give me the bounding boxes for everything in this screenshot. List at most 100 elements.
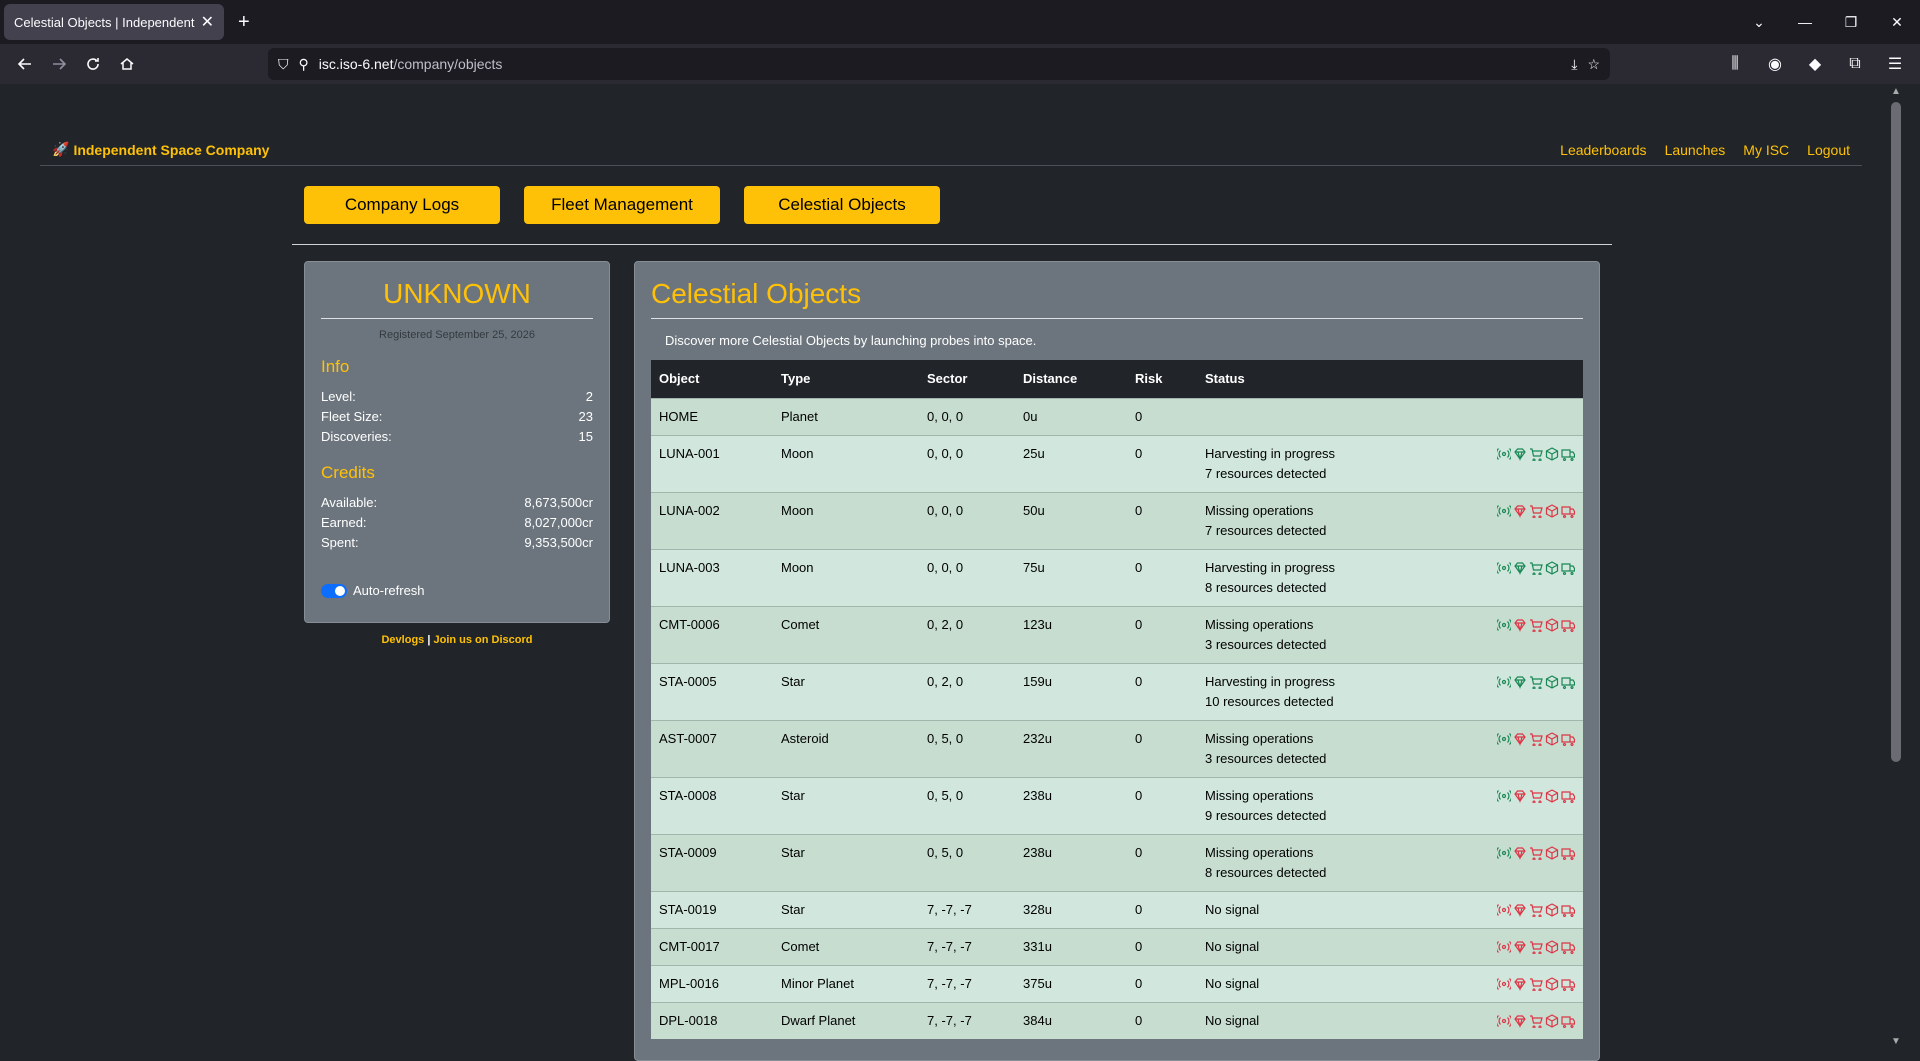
- site-info-icon[interactable]: ⚲: [299, 56, 309, 73]
- nav-leaderboards[interactable]: Leaderboards: [1560, 142, 1646, 158]
- box-icon[interactable]: [1544, 447, 1559, 461]
- box-icon[interactable]: [1544, 903, 1559, 917]
- truck-icon[interactable]: [1560, 675, 1576, 690]
- devlogs-link[interactable]: Devlogs: [381, 634, 424, 646]
- tab-close-icon[interactable]: ✕: [201, 12, 214, 32]
- signal-icon[interactable]: [1495, 940, 1513, 954]
- truck-icon[interactable]: [1560, 940, 1576, 955]
- box-icon[interactable]: [1544, 675, 1559, 689]
- home-icon[interactable]: [110, 47, 144, 81]
- table-row[interactable]: STA-0008 Star 0, 5, 0 238u 0 Missing operatio…: [651, 776, 1583, 834]
- cart-icon[interactable]: [1528, 940, 1543, 955]
- cart-icon[interactable]: [1528, 1014, 1543, 1029]
- fleet-management-button[interactable]: Fleet Management: [524, 186, 720, 224]
- truck-icon[interactable]: [1560, 789, 1576, 804]
- signal-icon[interactable]: [1495, 504, 1513, 518]
- library-icon[interactable]: ⫼: [1718, 47, 1752, 81]
- signal-icon[interactable]: [1495, 447, 1513, 461]
- gem-icon[interactable]: [1512, 846, 1527, 861]
- cart-icon[interactable]: [1528, 618, 1543, 633]
- gem-icon[interactable]: [1512, 1014, 1527, 1029]
- truck-icon[interactable]: [1560, 846, 1576, 861]
- cart-icon[interactable]: [1528, 447, 1543, 462]
- shield-icon[interactable]: ⛉: [278, 56, 289, 73]
- back-icon[interactable]: [8, 47, 42, 81]
- auto-refresh-toggle[interactable]: [321, 583, 347, 598]
- cart-icon[interactable]: [1528, 732, 1543, 747]
- table-row[interactable]: LUNA-003 Moon 0, 0, 0 75u 0 Harvesting in pro…: [651, 548, 1583, 606]
- celestial-objects-button[interactable]: Celestial Objects: [744, 186, 940, 224]
- scroll-thumb[interactable]: [1891, 102, 1901, 762]
- gem-icon[interactable]: [1512, 675, 1527, 690]
- gem-icon[interactable]: [1512, 447, 1527, 462]
- signal-icon[interactable]: [1495, 977, 1513, 991]
- box-icon[interactable]: [1544, 846, 1559, 860]
- cart-icon[interactable]: [1528, 504, 1543, 519]
- gem-icon[interactable]: [1512, 504, 1527, 519]
- bookmark-star-icon[interactable]: ☆: [1587, 56, 1600, 73]
- cart-icon[interactable]: [1528, 846, 1543, 861]
- company-logs-button[interactable]: Company Logs: [304, 186, 500, 224]
- scroll-down-icon[interactable]: ▼: [1890, 1036, 1902, 1048]
- gem-icon[interactable]: [1512, 618, 1527, 633]
- reload-icon[interactable]: [76, 47, 110, 81]
- cart-icon[interactable]: [1528, 977, 1543, 992]
- signal-icon[interactable]: [1495, 1014, 1513, 1028]
- truck-icon[interactable]: [1560, 977, 1576, 992]
- tab-list-icon[interactable]: ⌄: [1736, 14, 1782, 31]
- menu-icon[interactable]: ☰: [1878, 47, 1912, 81]
- extensions-icon[interactable]: ⧉: [1838, 47, 1872, 81]
- signal-icon[interactable]: [1495, 618, 1513, 632]
- truck-icon[interactable]: [1560, 732, 1576, 747]
- box-icon[interactable]: [1544, 1014, 1559, 1028]
- signal-icon[interactable]: [1495, 732, 1513, 746]
- table-row[interactable]: STA-0009 Star 0, 5, 0 238u 0 Missing operatio…: [651, 833, 1583, 891]
- minimize-icon[interactable]: —: [1782, 14, 1828, 30]
- nav-logout[interactable]: Logout: [1807, 142, 1850, 158]
- gem-icon[interactable]: [1512, 789, 1527, 804]
- close-window-icon[interactable]: ✕: [1874, 14, 1920, 31]
- table-row[interactable]: CMT-0006 Comet 0, 2, 0 123u 0 Missing operati…: [651, 605, 1583, 663]
- gem-icon[interactable]: [1512, 977, 1527, 992]
- brand-link[interactable]: 🚀 Independent Space Company: [52, 141, 269, 158]
- discord-link[interactable]: Join us on Discord: [433, 634, 532, 646]
- box-icon[interactable]: [1544, 732, 1559, 746]
- truck-icon[interactable]: [1560, 561, 1576, 576]
- scroll-up-icon[interactable]: ▲: [1890, 86, 1902, 98]
- cart-icon[interactable]: [1528, 903, 1543, 918]
- signal-icon[interactable]: [1495, 675, 1513, 689]
- box-icon[interactable]: [1544, 940, 1559, 954]
- truck-icon[interactable]: [1560, 903, 1576, 918]
- box-icon[interactable]: [1544, 561, 1559, 575]
- signal-icon[interactable]: [1495, 846, 1513, 860]
- table-row[interactable]: DPL-0018 Dwarf Planet 7, -7, -7 384u 0 No sig…: [651, 1001, 1583, 1039]
- table-row[interactable]: STA-0019 Star 7, -7, -7 328u 0 No signal: [651, 890, 1583, 928]
- signal-icon[interactable]: [1495, 903, 1513, 917]
- signal-icon[interactable]: [1495, 789, 1513, 803]
- account-icon[interactable]: ◉: [1758, 47, 1792, 81]
- forward-icon[interactable]: [42, 47, 76, 81]
- cart-icon[interactable]: [1528, 789, 1543, 804]
- nav-my-isc[interactable]: My ISC: [1743, 142, 1789, 158]
- table-row[interactable]: MPL-0016 Minor Planet 7, -7, -7 375u 0 No sig…: [651, 964, 1583, 1002]
- table-row[interactable]: LUNA-002 Moon 0, 0, 0 50u 0 Missing operation…: [651, 491, 1583, 549]
- restore-icon[interactable]: ❐: [1828, 14, 1874, 31]
- gem-icon[interactable]: [1512, 940, 1527, 955]
- truck-icon[interactable]: [1560, 504, 1576, 519]
- box-icon[interactable]: [1544, 789, 1559, 803]
- signal-icon[interactable]: [1495, 561, 1513, 575]
- truck-icon[interactable]: [1560, 447, 1576, 462]
- browser-tab[interactable]: Celestial Objects | Independent Space ✕: [4, 4, 224, 40]
- table-row[interactable]: CMT-0017 Comet 7, -7, -7 331u 0 No signal: [651, 927, 1583, 965]
- truck-icon[interactable]: [1560, 1014, 1576, 1029]
- truck-icon[interactable]: [1560, 618, 1576, 633]
- address-bar[interactable]: ⛉ ⚲ isc.iso-6.net/company/objects ⤓ ☆: [268, 48, 1610, 80]
- nav-launches[interactable]: Launches: [1665, 142, 1726, 158]
- page-scrollbar[interactable]: ▲ ▼: [1888, 84, 1904, 1050]
- table-row[interactable]: STA-0005 Star 0, 2, 0 159u 0 Harvesting in pr…: [651, 662, 1583, 720]
- gem-icon[interactable]: [1512, 732, 1527, 747]
- install-icon[interactable]: ⤓: [1571, 56, 1577, 73]
- cart-icon[interactable]: [1528, 675, 1543, 690]
- extension-avatar-icon[interactable]: ◆: [1798, 47, 1832, 81]
- cart-icon[interactable]: [1528, 561, 1543, 576]
